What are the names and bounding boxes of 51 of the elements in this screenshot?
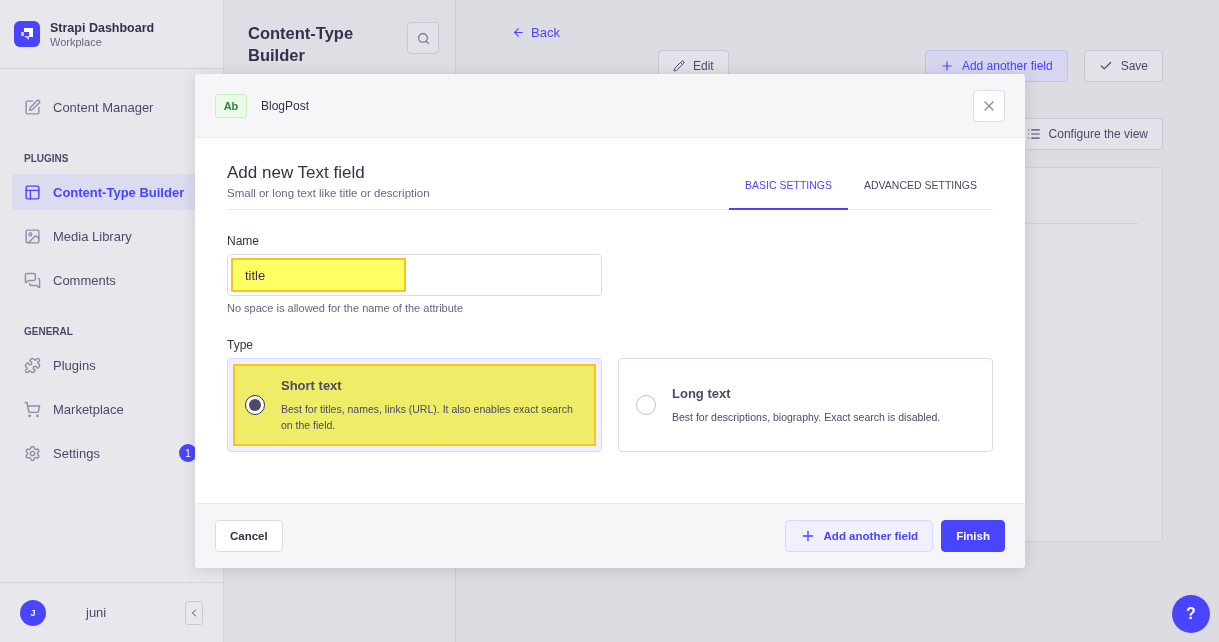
option-title: Long text [672,385,732,401]
search-button[interactable] [407,22,439,54]
list-icon [1026,127,1041,141]
puzzle-icon [24,356,41,374]
settings-tab[interactable]: BASIC SETTINGS [729,162,848,210]
add-field-button[interactable]: Add another field [784,520,934,552]
plus-icon [939,59,954,73]
type-option[interactable]: Long text Best for descriptions, biography. Exact search is disabled. [618,358,993,452]
option-description: Best for titles, names, links (URL). It also enables exact search on the field. [281,401,574,433]
type-option[interactable]: Short text Best for titles, names, links (URL). It also enables exact search on the field. [227,358,602,452]
logo-icon [14,21,40,47]
section-heading: GENERAL [23,326,74,337]
settings-tab[interactable]: ADVANCED SETTINGS [848,162,993,210]
close-button[interactable] [973,89,1005,122]
radio-button[interactable] [245,395,265,415]
chat-icon [24,271,41,289]
modal-subtitle: Small or long text like title or description [227,187,431,199]
type-badge: Ab [215,93,247,118]
cart-icon [24,400,41,418]
cancel-button[interactable]: Cancel [215,520,283,552]
option-description: Best for descriptions, biography. Exact search is disabled. [672,409,941,425]
field-label: Type [227,338,254,352]
brand-title: Strapi Dashboard [50,20,155,35]
user-avatar[interactable]: J [20,599,46,626]
collapse-button[interactable] [185,600,203,625]
layout-icon [24,183,41,201]
brand-subtitle: Workplace [50,35,103,48]
arrow-left-icon [512,26,525,39]
nav-item[interactable]: Media Library [12,218,211,254]
check-icon [1098,59,1113,73]
field-hint: No space is allowed for the name of the attribute [227,302,465,314]
nav-item[interactable]: Content Manager [12,89,211,125]
field-label: Name [227,234,260,248]
image-icon [24,227,41,245]
finish-button[interactable]: Finish [941,520,1005,552]
nav-item[interactable]: Marketplace [12,391,211,427]
nav-item[interactable]: Comments [12,262,211,298]
search-icon [416,31,430,45]
section-heading: PLUGINS [23,153,70,164]
settings-icon [24,444,41,462]
save-button[interactable]: Save [1083,50,1163,82]
back-link[interactable]: Back [512,25,1163,40]
option-title: Short text [281,377,343,393]
user-name: juni [86,605,108,620]
modal-title: Add new Text field [227,163,366,183]
pencil-icon [673,60,685,72]
nav-item[interactable]: Plugins [12,347,211,383]
pen-square-icon [24,98,41,116]
name-input[interactable]: title [227,254,602,296]
panel-title: Content-Type Builder [248,23,355,66]
content-type-name: BlogPost [261,98,311,113]
